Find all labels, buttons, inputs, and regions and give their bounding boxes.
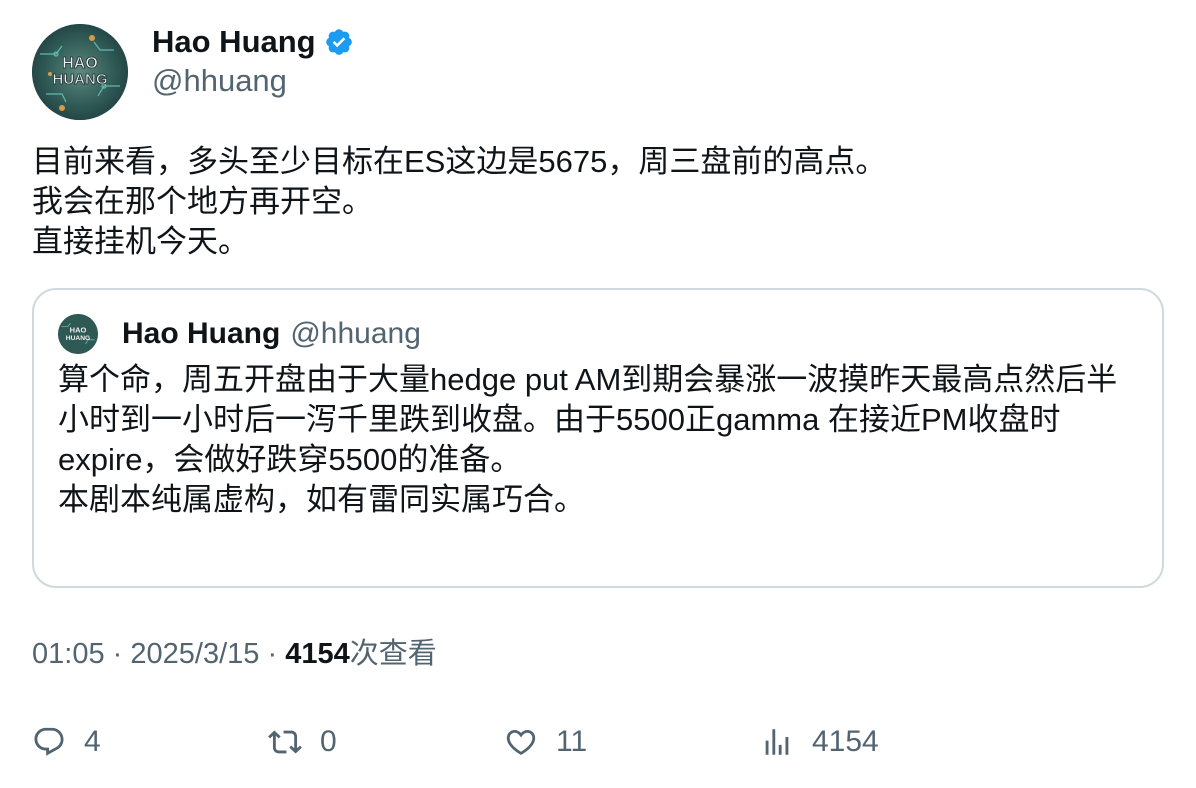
tweet-meta: 01:05 · 2025/3/15 · 4154次查看 [32,636,437,672]
tweet-text: 目前来看，多头至少目标在ES这边是5675，周三盘前的高点。 我会在那个地方再开… [32,144,887,259]
quoted-author-name: Hao Huang [122,317,281,350]
like-count: 11 [556,725,588,758]
like-button[interactable]: 11 [504,720,587,764]
reply-button[interactable]: 4 [32,720,101,764]
quoted-tweet-header: HAO HUANG Hao Huang @hhuang [58,314,421,354]
retweet-button[interactable]: 0 [268,720,337,764]
retweet-count: 0 [320,725,337,758]
quoted-author-avatar: HAO HUANG [58,314,98,354]
quoted-author-handle: @hhuang [290,317,421,350]
views-action-count: 4154 [812,725,879,758]
avatar-logo-text-1: HAO [62,55,98,72]
views-label: 次查看 [349,638,437,670]
retweet-icon [268,730,302,754]
quoted-avatar-logo-text-1: HAO [70,325,87,334]
tweet-time[interactable]: 01:05 [32,638,105,670]
reply-icon [34,727,64,756]
views-icon [765,729,789,755]
author-block: Hao Huang @hhuang [152,22,354,100]
avatar-logo-text-2: HUANG [53,71,108,88]
author-avatar[interactable]: HAO HUANG [32,24,128,120]
meta-separator: · [267,638,278,670]
author-handle[interactable]: @hhuang [152,62,354,100]
quoted-tweet-text: 算个命，周五开盘由于大量hedge put AM到期会暴涨一波摸昨天最高点然后半… [58,362,1118,517]
verified-badge-icon [325,29,352,55]
views-count: 4154 [285,638,350,670]
views-button[interactable]: 4154 [760,720,879,764]
action-bar: 4 0 11 4154 [32,720,1162,764]
meta-separator: · [112,638,123,670]
reply-count: 4 [84,725,101,758]
quoted-tweet-card[interactable]: HAO HUANG Hao Huang @hhuang 算个命，周五开盘由于大量… [32,288,1164,588]
like-icon [506,729,536,755]
quoted-avatar-logo-text-2: HUANG [66,335,90,342]
author-name[interactable]: Hao Huang [152,24,316,60]
tweet-date[interactable]: 2025/3/15 [130,638,259,670]
